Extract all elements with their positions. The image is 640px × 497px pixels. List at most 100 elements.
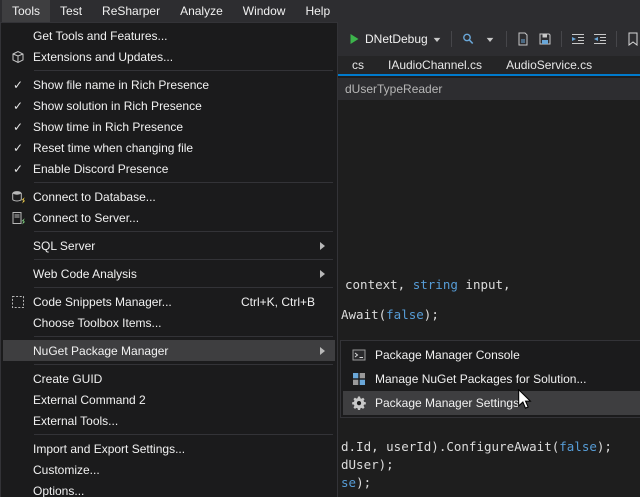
tab-audioservice-cs[interactable]: AudioService.cs (494, 56, 604, 74)
menu-item-customize[interactable]: Customize... (3, 459, 335, 480)
menu-item-extensions-and-updates[interactable]: Extensions and Updates... (3, 46, 335, 67)
code-line: dUser); (341, 457, 394, 472)
menu-item-external-tools[interactable]: External Tools... (3, 410, 335, 431)
checkmark-icon: ✓ (3, 99, 33, 113)
menu-item-show-solution-in-rich-presence[interactable]: ✓Show solution in Rich Presence (3, 95, 335, 116)
indent-decrease-icon (571, 32, 585, 46)
gear-icon (343, 396, 375, 410)
submenu-item-package-manager-settings[interactable]: Package Manager Settings (343, 391, 640, 415)
code-token: string (413, 277, 458, 292)
checkmark-icon: ✓ (3, 141, 33, 155)
menu-item-label: Connect to Server... (33, 211, 331, 225)
menu-item-options[interactable]: Options... (3, 480, 335, 497)
menu-item-label: External Command 2 (33, 393, 331, 407)
menu-item-shortcut: Ctrl+K, Ctrl+B (241, 295, 315, 309)
save-file-button[interactable] (534, 28, 556, 50)
tab-cs[interactable]: cs (340, 56, 376, 74)
menu-item-external-command-2[interactable]: External Command 2 (3, 389, 335, 410)
start-debug-icon (349, 33, 360, 45)
menu-item-reset-time-when-changing-file[interactable]: ✓Reset time when changing file (3, 137, 335, 158)
menu-separator (34, 259, 333, 260)
code-line: d.Id, userId).ConfigureAwait(false); (341, 439, 612, 454)
menu-item-create-guid[interactable]: Create GUID (3, 368, 335, 389)
menu-item-label: Show file name in Rich Presence (33, 78, 331, 92)
search-dropdown-button[interactable] (457, 28, 479, 50)
submenu-item-label: Manage NuGet Packages for Solution... (375, 372, 640, 386)
save-file-icon (538, 32, 552, 46)
indent-decrease-button[interactable] (567, 28, 589, 50)
menu-item-show-time-in-rich-presence[interactable]: ✓Show time in Rich Presence (3, 116, 335, 137)
vs-window: ToolsTestReSharperAnalyzeWindowHelp DNet… (0, 0, 640, 497)
menu-item-nuget-package-manager[interactable]: NuGet Package Manager (3, 340, 335, 361)
menubar-item-resharper[interactable]: ReSharper (92, 0, 170, 22)
code-token: input, (458, 277, 511, 292)
console-icon (343, 348, 375, 362)
menubar-item-window[interactable]: Window (233, 0, 296, 22)
code-token: se (341, 475, 356, 490)
menu-item-label: Connect to Database... (33, 190, 331, 204)
extensions-icon (3, 50, 33, 64)
menubar-item-tools[interactable]: Tools (2, 0, 50, 22)
menubar-item-help[interactable]: Help (295, 0, 340, 22)
server-icon (3, 211, 33, 225)
code-token: d.Id, userId).ConfigureAwait( (341, 439, 559, 454)
menu-item-label: NuGet Package Manager (33, 344, 320, 358)
menu-separator (34, 336, 333, 337)
code-line: context, string input, (345, 277, 511, 292)
tools-menu-popup: Get Tools and Features... Extensions and … (0, 22, 338, 497)
menu-item-label: Import and Export Settings... (33, 442, 331, 456)
menu-separator (34, 287, 333, 288)
menu-item-connect-to-database[interactable]: Connect to Database... (3, 186, 335, 207)
menu-separator (34, 182, 333, 183)
menu-item-label: Code Snippets Manager... (33, 295, 241, 309)
menu-item-label: Customize... (33, 463, 331, 477)
toolbar-separator (451, 31, 452, 47)
start-debug-button[interactable]: DNetDebug (344, 30, 446, 48)
menu-item-code-snippets-manager[interactable]: Code Snippets Manager...Ctrl+K, Ctrl+B (3, 291, 335, 312)
code-token: context, (345, 277, 413, 292)
menu-item-web-code-analysis[interactable]: Web Code Analysis (3, 263, 335, 284)
menu-item-import-and-export-settings[interactable]: Import and Export Settings... (3, 438, 335, 459)
menu-item-show-file-name-in-rich-presence[interactable]: ✓Show file name in Rich Presence (3, 74, 335, 95)
open-file-button[interactable] (512, 28, 534, 50)
submenu-item-package-manager-console[interactable]: Package Manager Console (343, 343, 640, 367)
dropdown-caret-icon (486, 37, 494, 42)
packages-icon (343, 372, 375, 386)
search-dropdown-icon (461, 32, 475, 46)
menu-bar: ToolsTestReSharperAnalyzeWindowHelp (0, 0, 640, 22)
menu-item-choose-toolbox-items[interactable]: Choose Toolbox Items... (3, 312, 335, 333)
indent-increase-button[interactable] (589, 28, 611, 50)
tab-iaudiochannel-cs[interactable]: IAudioChannel.cs (376, 56, 494, 74)
database-icon (3, 190, 33, 204)
menu-item-enable-discord-presence[interactable]: ✓Enable Discord Presence (3, 158, 335, 179)
menu-separator (34, 364, 333, 365)
menu-item-label: Show solution in Rich Presence (33, 99, 331, 113)
code-token: ); (597, 439, 612, 454)
submenu-item-label: Package Manager Console (375, 348, 640, 362)
submenu-arrow-icon (320, 270, 325, 278)
menu-item-label: Reset time when changing file (33, 141, 331, 155)
menu-item-label: Extensions and Updates... (33, 50, 331, 64)
menu-item-label: Web Code Analysis (33, 267, 320, 281)
menu-separator (34, 434, 333, 435)
dropdown-caret-button[interactable] (479, 28, 501, 50)
code-token: false (559, 439, 597, 454)
submenu-item-manage-nuget-packages-for-solution[interactable]: Manage NuGet Packages for Solution... (343, 367, 640, 391)
menubar-item-test[interactable]: Test (50, 0, 92, 22)
dropdown-caret-icon (433, 37, 441, 42)
toolbar-separator (616, 31, 617, 47)
checkmark-icon: ✓ (3, 120, 33, 134)
debug-config-label: DNetDebug (365, 32, 428, 46)
submenu-item-label: Package Manager Settings (375, 396, 640, 410)
code-line: se); (341, 475, 371, 490)
bookmark-button[interactable] (622, 28, 640, 50)
menu-item-label: Show time in Rich Presence (33, 120, 331, 134)
menu-separator (34, 70, 333, 71)
toolbar-separator (506, 31, 507, 47)
menubar-item-analyze[interactable]: Analyze (170, 0, 233, 22)
menu-item-sql-server[interactable]: SQL Server (3, 235, 335, 256)
menu-item-get-tools-and-features[interactable]: Get Tools and Features... (3, 25, 335, 46)
code-token: Await( (341, 307, 386, 322)
submenu-arrow-icon (320, 242, 325, 250)
menu-item-connect-to-server[interactable]: Connect to Server... (3, 207, 335, 228)
